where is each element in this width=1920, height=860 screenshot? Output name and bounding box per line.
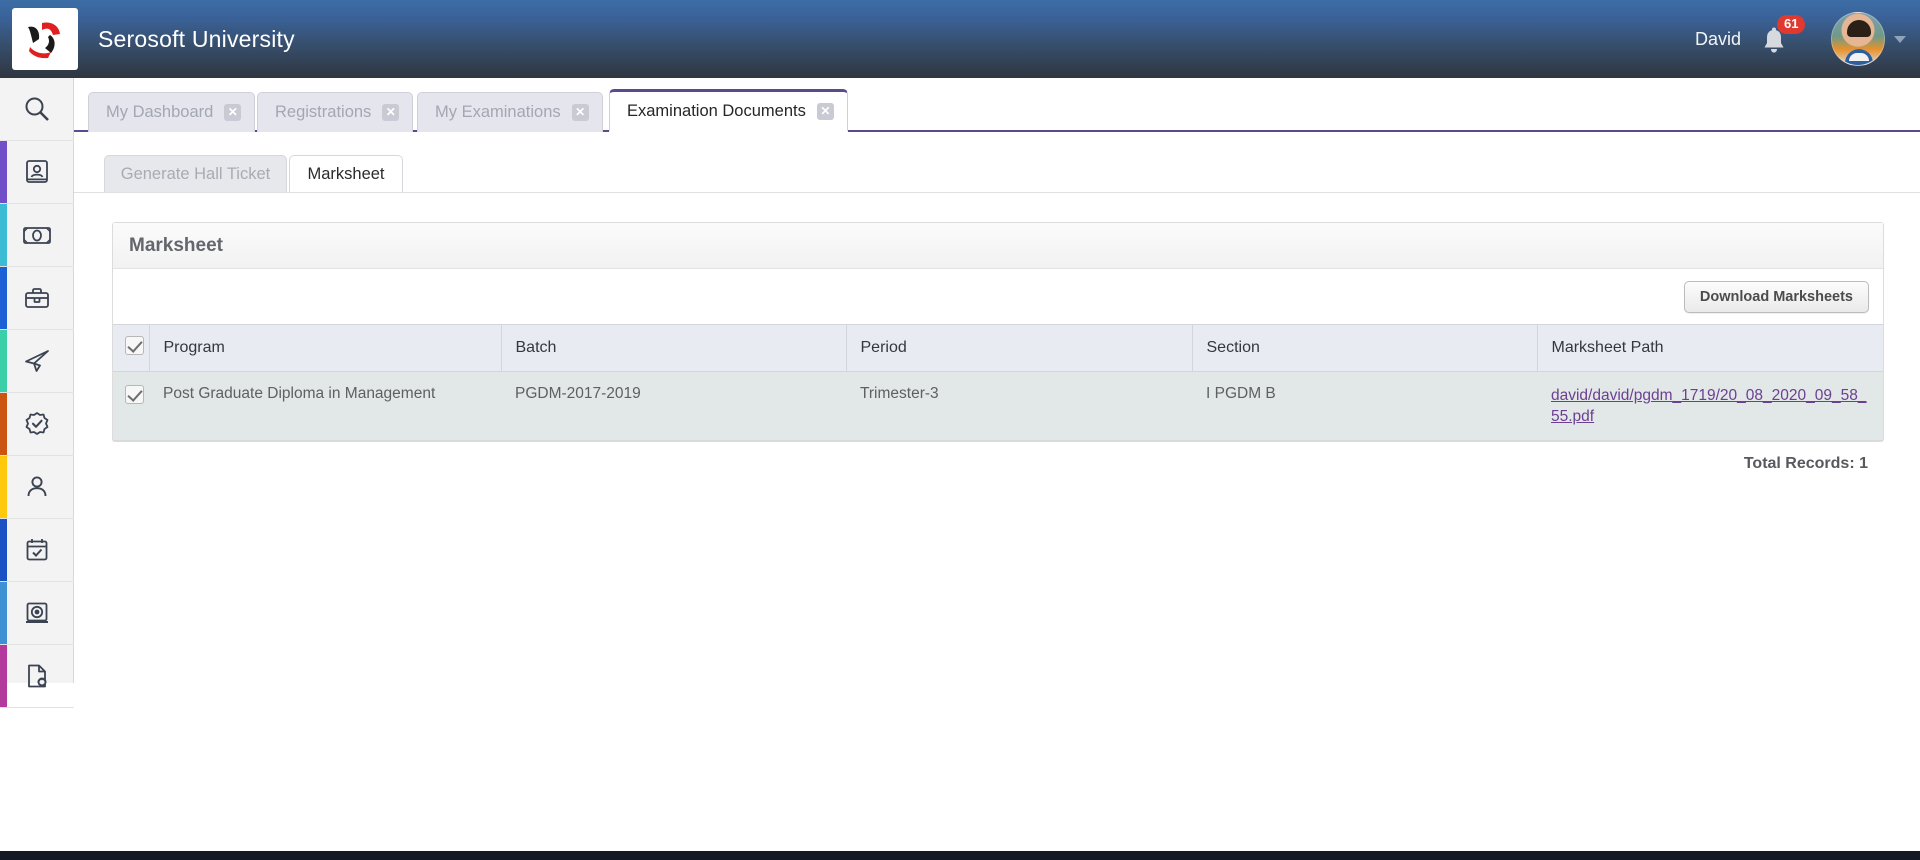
- marksheet-table: Program Batch Period Section Marksheet P…: [113, 324, 1883, 441]
- banknote-icon: [21, 220, 53, 250]
- marksheet-panel: Marksheet Download Marksheets Program Ba…: [112, 222, 1884, 442]
- sidebar-item-placements[interactable]: [0, 267, 74, 330]
- sidebar-item-admissions[interactable]: [0, 141, 74, 204]
- select-all-header[interactable]: [113, 324, 150, 372]
- sidebar-accent: [0, 582, 7, 644]
- column-header-section[interactable]: Section: [1192, 324, 1538, 372]
- cell-period: Trimester-3: [846, 371, 1192, 441]
- subtab-marksheet[interactable]: Marksheet: [289, 155, 403, 193]
- sidebar-item-profile[interactable]: [0, 456, 74, 519]
- cell-batch: PGDM-2017-2019: [501, 371, 846, 441]
- person-icon: [22, 472, 52, 502]
- notification-count-badge: 61: [1777, 15, 1806, 34]
- tab-label: Examination Documents: [627, 101, 806, 120]
- brand-title: Serosoft University: [98, 25, 295, 52]
- total-records-label: Total Records: 1: [1743, 455, 1868, 472]
- paper-plane-icon: [22, 346, 52, 376]
- monitor-disk-icon: [22, 598, 52, 628]
- column-header-period[interactable]: Period: [846, 324, 1193, 372]
- user-name: David: [1694, 28, 1741, 49]
- contact-card-icon: [22, 157, 52, 187]
- row-checkbox[interactable]: [125, 385, 144, 404]
- subtab-label: Marksheet: [307, 165, 385, 183]
- footer-strip: [0, 851, 1920, 860]
- download-marksheets-button[interactable]: Download Marksheets: [1683, 280, 1869, 313]
- tab-label: My Dashboard: [106, 103, 214, 121]
- close-icon[interactable]: ✕: [571, 104, 589, 121]
- chevron-down-icon[interactable]: [1894, 35, 1906, 43]
- tab-examination-documents[interactable]: Examination Documents ✕: [609, 89, 848, 132]
- panel-header: Marksheet: [113, 223, 1883, 269]
- sidebar-accent: [0, 267, 7, 329]
- table-row[interactable]: Post Graduate Diploma in Management PGDM…: [113, 371, 1883, 441]
- left-sidebar: [0, 78, 74, 708]
- sidebar-accent: [0, 330, 7, 392]
- sidebar-accent: [0, 393, 7, 455]
- column-header-marksheet-path[interactable]: Marksheet Path: [1537, 324, 1883, 372]
- table-header-row: Program Batch Period Section Marksheet P…: [113, 324, 1883, 372]
- column-header-program[interactable]: Program: [149, 324, 502, 372]
- sidebar-item-settings[interactable]: [0, 393, 74, 456]
- tab-label: My Examinations: [435, 103, 561, 121]
- cell-section: I PGDM B: [1192, 371, 1537, 441]
- select-all-checkbox[interactable]: [125, 336, 144, 355]
- sidebar-accent: [0, 519, 7, 581]
- panel-toolbar: Download Marksheets: [113, 269, 1883, 324]
- sidebar-item-search[interactable]: [0, 78, 74, 141]
- header-user-area: David 61: [1695, 0, 1920, 78]
- sidebar-item-examinations[interactable]: [0, 582, 74, 645]
- marksheet-path-link[interactable]: david/david/pgdm_1719/20_08_2020_09_58_5…: [1551, 385, 1869, 427]
- gear-check-icon: [22, 409, 52, 439]
- tab-my-examinations[interactable]: My Examinations ✕: [417, 92, 603, 132]
- top-header-bar: Serosoft University David 61: [0, 0, 1920, 78]
- calendar-check-icon: [22, 535, 52, 565]
- close-icon[interactable]: ✕: [816, 102, 834, 120]
- sidebar-accent: [0, 456, 7, 518]
- sidebar-accent: [0, 141, 7, 203]
- document-gear-icon: [22, 661, 52, 691]
- avatar[interactable]: [1831, 12, 1885, 66]
- tab-label: Registrations: [275, 103, 372, 121]
- tab-strip: My Dashboard ✕ Registrations ✕ My Examin…: [74, 78, 1920, 132]
- sub-tab-strip: Generate Hall Ticket Marksheet: [104, 155, 1904, 193]
- briefcase-icon: [22, 283, 52, 313]
- tab-registrations[interactable]: Registrations ✕: [257, 92, 414, 132]
- tab-my-dashboard[interactable]: My Dashboard ✕: [88, 92, 256, 132]
- subtab-divider: [74, 192, 1920, 193]
- notifications-button[interactable]: 61: [1761, 15, 1806, 59]
- sidebar-accent: [0, 78, 7, 140]
- row-select-cell[interactable]: [113, 371, 149, 441]
- cell-program: Post Graduate Diploma in Management: [149, 371, 501, 441]
- serosoft-pinwheel-logo[interactable]: [12, 8, 78, 70]
- close-icon[interactable]: ✕: [224, 104, 242, 121]
- cell-marksheet-path: david/david/pgdm_1719/20_08_2020_09_58_5…: [1537, 371, 1883, 441]
- column-header-batch[interactable]: Batch: [501, 324, 847, 372]
- sidebar-item-fees[interactable]: [0, 204, 74, 267]
- page-title: Marksheet: [129, 234, 223, 256]
- sidebar-item-communications[interactable]: [0, 330, 74, 393]
- close-icon[interactable]: ✕: [382, 104, 400, 121]
- search-icon: [22, 94, 52, 124]
- sidebar-item-attendance[interactable]: [0, 519, 74, 582]
- sidebar-item-documents[interactable]: [0, 645, 74, 708]
- subtab-label: Generate Hall Ticket: [120, 165, 271, 183]
- sidebar-accent: [0, 645, 7, 707]
- sidebar-accent: [0, 204, 7, 266]
- subtab-generate-hall-ticket[interactable]: Generate Hall Ticket: [104, 155, 287, 193]
